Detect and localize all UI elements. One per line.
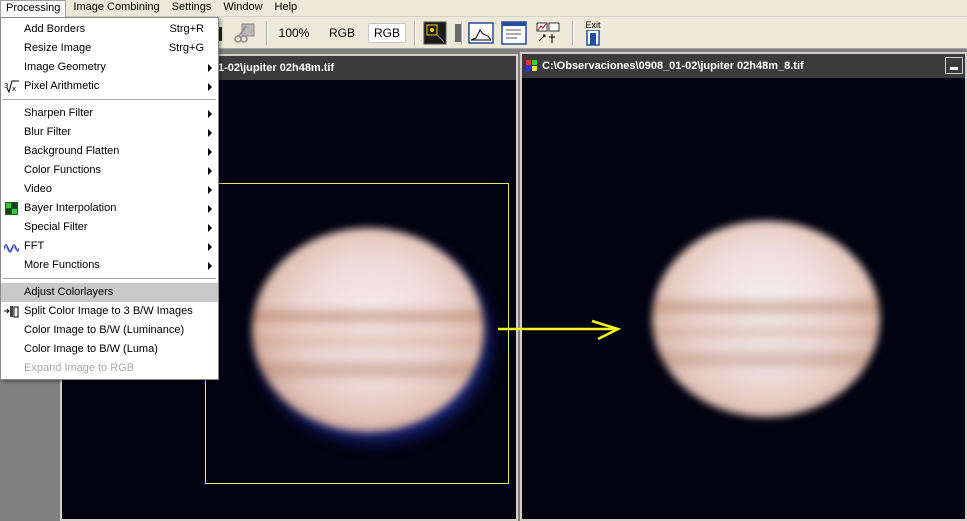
window-list-icon[interactable]: [499, 20, 529, 46]
submenu-arrow-icon: [208, 205, 212, 213]
crop-scissors-icon[interactable]: [230, 20, 258, 46]
menu-separator: [3, 99, 216, 100]
image-canvas-right[interactable]: [522, 78, 965, 519]
menu-item-add-borders[interactable]: Add Borders Strg+R: [1, 20, 218, 39]
menu-item-label: Pixel Arithmetic: [24, 80, 100, 92]
menu-item-label: Bayer Interpolation: [24, 202, 117, 214]
menu-item-color-image-to-b-w-luminance[interactable]: Color Image to B/W (Luminance): [1, 321, 218, 340]
menu-item-label: Video: [24, 183, 52, 195]
document-app-icon: [526, 60, 537, 71]
wave-icon: [3, 240, 20, 253]
menu-item-label: Color Image to B/W (Luma): [24, 343, 158, 355]
menu-item-resize-image[interactable]: Resize Image Strg+G: [1, 39, 218, 58]
menu-image-combining[interactable]: Image Combining: [68, 0, 164, 17]
menu-item-label: Adjust Colorlayers: [24, 286, 114, 298]
jupiter-image-original: [252, 228, 484, 432]
menu-help[interactable]: Help: [270, 0, 303, 17]
exit-door-icon: [586, 29, 600, 46]
star-detect-icon[interactable]: [421, 20, 449, 46]
menu-item-label: Blur Filter: [24, 126, 72, 138]
split-channels-icon: [4, 305, 19, 318]
menu-item-label: FFT: [24, 240, 45, 252]
menu-item-color-functions[interactable]: Color Functions: [1, 161, 218, 180]
submenu-arrow-icon: [208, 243, 212, 251]
menu-item-adjust-colorlayers[interactable]: Adjust Colorlayers: [1, 283, 218, 302]
menu-item-label: Color Image to B/W (Luminance): [24, 324, 185, 336]
menu-item-background-flatten[interactable]: Background Flatten: [1, 142, 218, 161]
menu-item-expand-image-to-rgb[interactable]: Expand Image to RGB: [1, 359, 218, 378]
image-window-right-titlebar[interactable]: C:\Observaciones\0908_01-02\jupiter 02h4…: [522, 54, 965, 78]
menu-item-shortcut: Strg+G: [168, 42, 204, 54]
menu-item-shortcut: Strg+R: [169, 23, 204, 35]
submenu-arrow-icon: [208, 64, 212, 72]
zoom-100-button[interactable]: 100%: [276, 20, 312, 46]
menu-item-blur-filter[interactable]: Blur Filter: [1, 123, 218, 142]
rgb-active-button[interactable]: RGB: [368, 20, 407, 46]
image-window-left-title: 1-02\jupiter 02h48m.tif: [218, 62, 335, 74]
submenu-arrow-icon: [208, 110, 212, 118]
zoom-100-label: 100%: [278, 26, 310, 40]
submenu-arrow-icon: [208, 262, 212, 270]
exit-button[interactable]: Exit: [580, 20, 606, 46]
menu-item-label: Image Geometry: [24, 61, 106, 73]
menu-item-pixel-arithmetic[interactable]: 3 x Pixel Arithmetic: [1, 77, 218, 96]
submenu-arrow-icon: [208, 129, 212, 137]
menu-item-video[interactable]: Video: [1, 180, 218, 199]
menu-item-split-color-image-to-3-b-w-images[interactable]: Split Color Image to 3 B/W Images: [1, 302, 218, 321]
menu-processing[interactable]: Processing: [0, 0, 67, 17]
menu-item-label: Add Borders: [24, 23, 86, 35]
menu-item-special-filter[interactable]: Special Filter: [1, 218, 218, 237]
exit-label: Exit: [585, 19, 601, 30]
menu-settings[interactable]: Settings: [167, 0, 217, 17]
rgb-button[interactable]: RGB: [324, 20, 360, 46]
menu-window[interactable]: Window: [218, 0, 267, 17]
minimize-button[interactable]: [945, 57, 963, 74]
submenu-arrow-icon: [208, 186, 212, 194]
submenu-arrow-icon: [208, 148, 212, 156]
menu-item-label: More Functions: [24, 259, 100, 271]
menu-item-sharpen-filter[interactable]: Sharpen Filter: [1, 104, 218, 123]
minimize-icon: [950, 67, 958, 70]
toolbar-separator-graphic: [453, 20, 465, 46]
submenu-arrow-icon: [208, 224, 212, 232]
submenu-arrow-icon: [208, 167, 212, 175]
menu-item-label: Color Functions: [24, 164, 102, 176]
processing-dropdown-menu: Add Borders Strg+R Resize Image Strg+G Image…: [0, 17, 219, 380]
submenu-arrow-icon: [208, 83, 212, 91]
image-window-right[interactable]: C:\Observaciones\0908_01-02\jupiter 02h4…: [520, 52, 967, 521]
menu-item-fft[interactable]: FFT: [1, 237, 218, 256]
histogram-icon[interactable]: [466, 20, 496, 46]
menu-item-more-functions[interactable]: More Functions: [1, 256, 218, 275]
bayer-grid-icon: [4, 202, 19, 215]
menu-item-bayer-interpolation[interactable]: Bayer Interpolation: [1, 199, 218, 218]
align-tools-icon[interactable]: [533, 20, 563, 46]
menu-bar: Processing Image Combining Settings Wind…: [0, 0, 967, 17]
menu-item-label: Background Flatten: [24, 145, 120, 157]
rgb-active-label: RGB: [368, 23, 407, 43]
svg-text:x: x: [12, 85, 16, 93]
menu-item-label: Resize Image: [24, 42, 92, 54]
menu-item-label: Split Color Image to 3 B/W Images: [24, 305, 193, 317]
menu-item-color-image-to-b-w-luma[interactable]: Color Image to B/W (Luma): [1, 340, 218, 359]
menu-item-label: Special Filter: [24, 221, 88, 233]
menu-item-label: Sharpen Filter: [24, 107, 94, 119]
jupiter-image-processed: [652, 221, 880, 417]
image-window-right-title: C:\Observaciones\0908_01-02\jupiter 02h4…: [542, 60, 804, 72]
rgb-label: RGB: [328, 26, 355, 40]
sqrt-icon: 3x: [4, 80, 19, 94]
menu-item-image-geometry[interactable]: Image Geometry: [1, 58, 218, 77]
menu-separator: [3, 278, 216, 279]
menu-item-label: Expand Image to RGB: [24, 362, 135, 374]
